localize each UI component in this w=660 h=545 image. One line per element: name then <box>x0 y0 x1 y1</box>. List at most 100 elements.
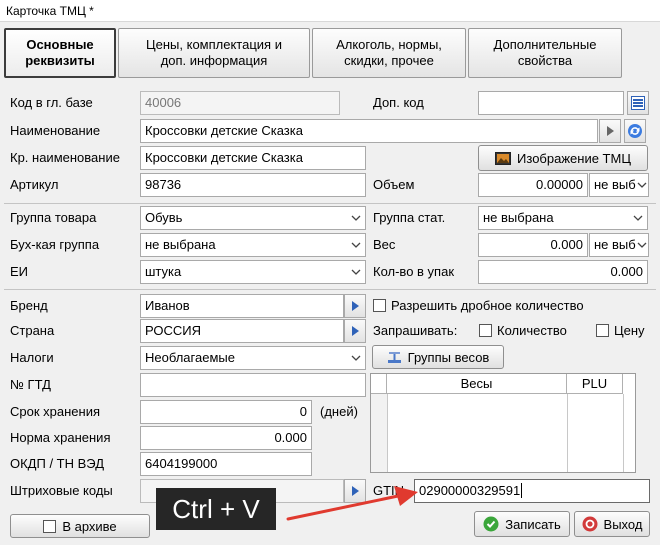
column-line <box>567 394 568 472</box>
tab-label: Алкоголь, нормы, скидки, прочее <box>336 37 442 68</box>
name-expand-button[interactable] <box>599 119 621 143</box>
stat-group-value: не выбрана <box>483 210 554 225</box>
name-label: Наименование <box>10 123 101 138</box>
gtin-value: 02900000329591 <box>419 483 521 498</box>
scale-groups-label: Группы весов <box>407 349 490 365</box>
ask-label: Запрашивать: <box>373 323 458 338</box>
product-image-button-label: Изображение ТМЦ <box>517 150 631 166</box>
allow-fraction-checkbox[interactable] <box>373 299 386 312</box>
product-image-button[interactable]: Изображение ТМЦ <box>478 145 648 171</box>
paste-shortcut-hint: Ctrl + V <box>156 488 276 530</box>
weight-unit-value: не выб <box>594 237 636 252</box>
refresh-icon <box>628 124 642 138</box>
stat-group-label: Группа стат. <box>373 210 446 225</box>
play-icon <box>352 326 359 336</box>
brand-label: Бренд <box>10 298 48 313</box>
stat-group-select[interactable]: не выбрана <box>478 206 648 230</box>
exit-button-label: Выход <box>603 516 643 532</box>
extra-code-list-button[interactable] <box>627 91 649 115</box>
acc-group-select[interactable]: не выбрана <box>140 233 366 257</box>
section-divider <box>4 203 656 204</box>
okdp-label: ОКДП / ТН ВЭД <box>10 456 104 471</box>
ask-price-checkbox[interactable] <box>596 324 609 337</box>
base-code-label: Код в гл. базе <box>10 95 93 110</box>
country-field[interactable]: РОССИЯ <box>140 319 344 343</box>
gtd-label: № ГТД <box>10 377 51 392</box>
volume-unit-select[interactable]: не выб <box>589 173 649 197</box>
storage-norm-field[interactable]: 0.000 <box>140 426 312 450</box>
pack-qty-field[interactable]: 0.000 <box>478 260 648 284</box>
list-icon <box>631 96 645 110</box>
weight-field[interactable]: 0.000 <box>478 233 588 257</box>
row-header-corner <box>371 374 387 394</box>
barcodes-label: Штриховые коды <box>10 483 113 498</box>
archive-checkbox[interactable] <box>43 519 57 533</box>
brand-field[interactable]: Иванов <box>140 294 344 318</box>
article-field[interactable]: 98736 <box>140 173 366 197</box>
tab-extra-properties[interactable]: Дополнительные свойства <box>468 28 622 78</box>
column-header-scales[interactable]: Весы <box>387 374 567 394</box>
column-header-plu[interactable]: PLU <box>567 374 623 394</box>
row-header-strip <box>371 394 387 472</box>
storage-norm-label: Норма хранения <box>10 430 111 445</box>
archive-checkbox-button[interactable]: В архиве <box>10 514 150 538</box>
chevron-down-icon <box>347 261 365 283</box>
window-title: Карточка ТМЦ * <box>0 0 660 22</box>
chevron-down-icon <box>347 207 365 229</box>
chevron-down-icon <box>629 207 647 229</box>
tab-prices[interactable]: Цены, комплектация и доп. информация <box>118 28 310 78</box>
scale-icon <box>387 352 401 363</box>
scale-groups-button[interactable]: Группы весов <box>372 345 504 369</box>
product-group-select[interactable]: Обувь <box>140 206 366 230</box>
pack-qty-label: Кол-во в упак <box>373 264 455 279</box>
chevron-down-icon <box>347 234 365 256</box>
text-cursor <box>521 483 523 498</box>
extra-code-label: Доп. код <box>373 95 424 110</box>
tab-label: Дополнительные свойства <box>493 37 597 68</box>
tab-main-requisites[interactable]: Основные реквизиты <box>4 28 116 78</box>
product-group-label: Группа товара <box>10 210 97 225</box>
extra-code-field[interactable] <box>478 91 624 115</box>
volume-field[interactable]: 0.00000 <box>478 173 588 197</box>
tab-alcohol[interactable]: Алкоголь, нормы, скидки, прочее <box>312 28 466 78</box>
scales-table[interactable]: Весы PLU <box>370 373 636 473</box>
save-button[interactable]: Записать <box>474 511 570 537</box>
volume-unit-value: не выб <box>594 177 636 192</box>
play-icon <box>607 126 614 136</box>
column-line <box>623 394 624 472</box>
gtd-field[interactable] <box>140 373 366 397</box>
arrow-annotation <box>286 486 418 521</box>
checkmark-icon <box>483 516 499 532</box>
country-label: Страна <box>10 323 55 338</box>
exit-icon <box>582 516 598 532</box>
product-group-value: Обувь <box>145 210 183 225</box>
brand-select-button[interactable] <box>344 294 366 318</box>
exit-button[interactable]: Выход <box>574 511 650 537</box>
column-line <box>387 394 388 472</box>
tab-label: Цены, комплектация и доп. информация <box>146 37 282 68</box>
shelf-life-field[interactable]: 0 <box>140 400 312 424</box>
weight-unit-select[interactable]: не выб <box>589 233 649 257</box>
taxes-label: Налоги <box>10 350 54 365</box>
country-select-button[interactable] <box>344 319 366 343</box>
short-name-label: Кр. наименование <box>10 150 120 165</box>
ask-qty-label: Количество <box>497 323 567 338</box>
gtin-field[interactable]: 02900000329591 <box>414 479 650 503</box>
image-icon <box>495 151 512 165</box>
okdp-field[interactable]: 6404199000 <box>140 452 312 476</box>
unit-label: ЕИ <box>10 264 29 279</box>
translate-button[interactable] <box>624 119 646 143</box>
weight-label: Вес <box>373 237 396 252</box>
allow-fraction-label: Разрешить дробное количество <box>391 298 584 313</box>
ask-qty-checkbox[interactable] <box>479 324 492 337</box>
taxes-value: Необлагаемые <box>145 350 235 365</box>
short-name-field[interactable]: Кроссовки детские Сказка <box>140 146 366 170</box>
unit-value: штука <box>145 264 182 279</box>
tab-label: Основные реквизиты <box>25 37 95 68</box>
section-divider <box>4 289 656 290</box>
acc-group-label: Бух-кая группа <box>10 237 100 252</box>
base-code-field[interactable]: 40006 <box>140 91 340 115</box>
unit-select[interactable]: штука <box>140 260 366 284</box>
taxes-select[interactable]: Необлагаемые <box>140 346 366 370</box>
name-field[interactable]: Кроссовки детские Сказка <box>140 119 598 143</box>
